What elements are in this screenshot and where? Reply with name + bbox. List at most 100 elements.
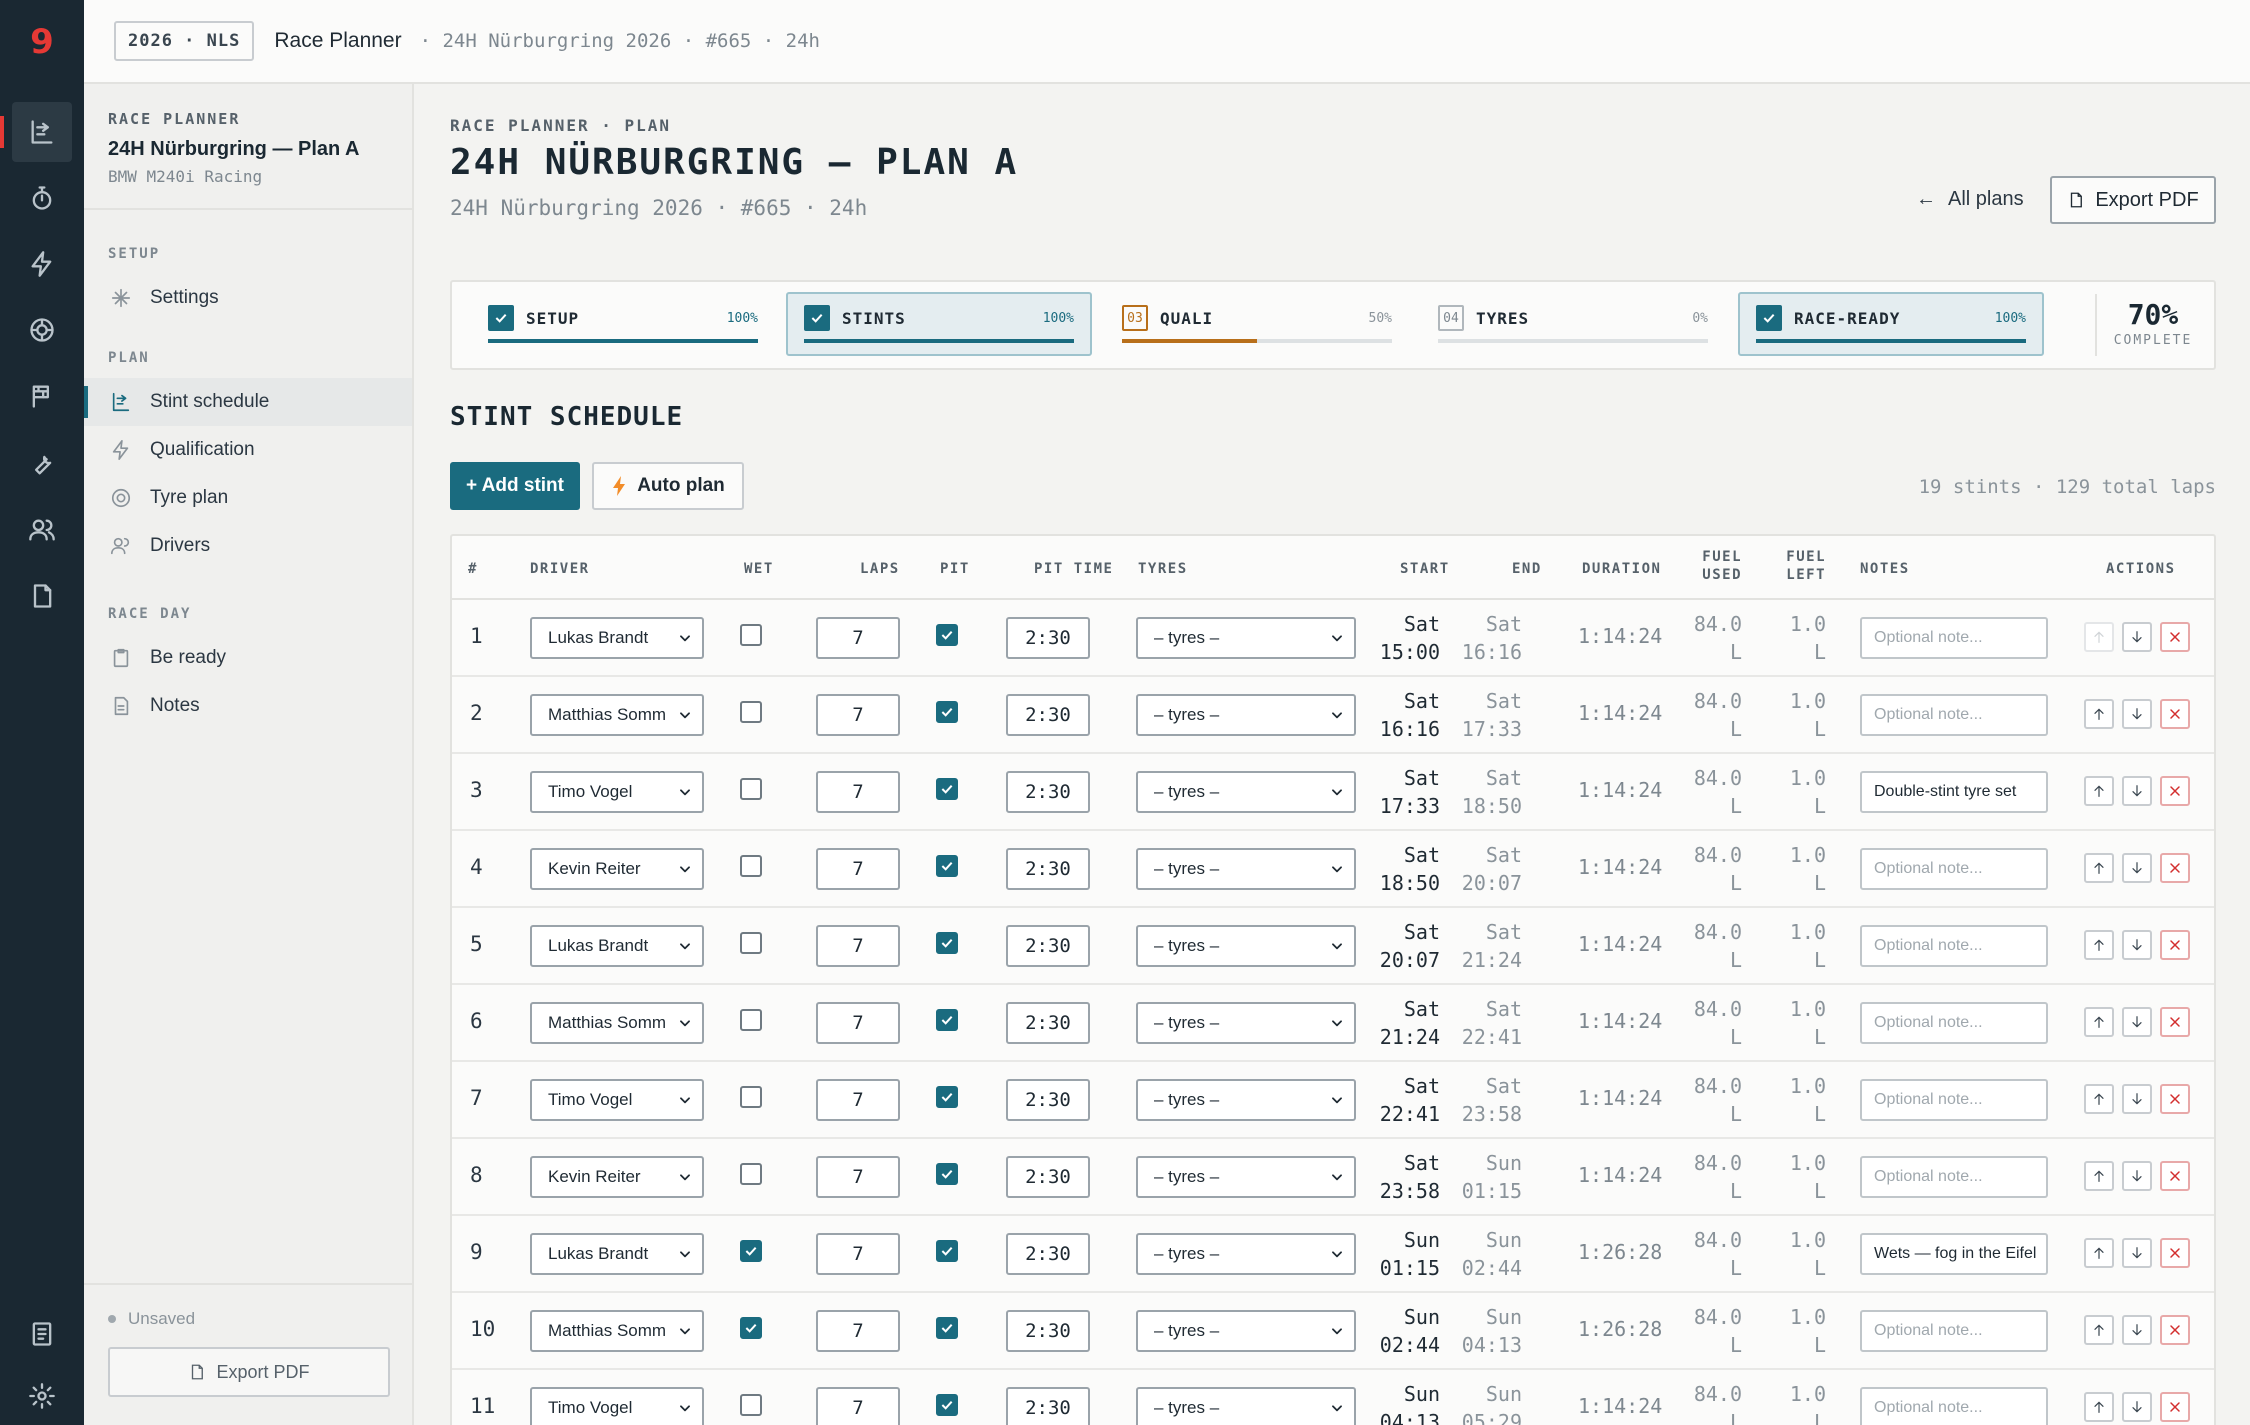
- add-stint-button[interactable]: + Add stint: [450, 462, 580, 510]
- tyres-select[interactable]: – tyres –: [1136, 1002, 1356, 1044]
- move-down-button[interactable]: [2122, 1315, 2152, 1345]
- wet-checkbox[interactable]: [740, 1163, 762, 1185]
- notes-input[interactable]: Optional note...: [1860, 1387, 2048, 1425]
- delete-stint-button[interactable]: [2160, 699, 2190, 729]
- laps-input[interactable]: 7: [816, 1387, 900, 1425]
- wet-checkbox[interactable]: [740, 1086, 762, 1108]
- export-pdf-button[interactable]: Export PDF: [2050, 176, 2216, 224]
- delete-stint-button[interactable]: [2160, 1238, 2190, 1268]
- flag-icon[interactable]: [12, 366, 72, 426]
- app-name[interactable]: Race Planner: [274, 29, 401, 53]
- tyres-select[interactable]: – tyres –: [1136, 1079, 1356, 1121]
- move-down-button[interactable]: [2122, 699, 2152, 729]
- wet-checkbox[interactable]: [740, 1009, 762, 1031]
- pit-checkbox[interactable]: [936, 1009, 958, 1031]
- laps-input[interactable]: 7: [816, 1079, 900, 1121]
- move-down-button[interactable]: [2122, 622, 2152, 652]
- move-up-button[interactable]: [2084, 930, 2114, 960]
- wet-checkbox[interactable]: [740, 1394, 762, 1416]
- auto-plan-button[interactable]: Auto plan: [592, 462, 744, 510]
- driver-select[interactable]: Lukas Brandt: [530, 1233, 704, 1275]
- wet-checkbox[interactable]: [740, 932, 762, 954]
- laps-input[interactable]: 7: [816, 848, 900, 890]
- move-down-button[interactable]: [2122, 776, 2152, 806]
- progress-step-race-ready[interactable]: RACE-READY 100%: [1738, 292, 2044, 356]
- tyres-select[interactable]: – tyres –: [1136, 848, 1356, 890]
- tyres-select[interactable]: – tyres –: [1136, 1156, 1356, 1198]
- pit-time-input[interactable]: 2:30: [1006, 848, 1090, 890]
- move-up-button[interactable]: [2084, 853, 2114, 883]
- driver-select[interactable]: Timo Vogel: [530, 771, 704, 813]
- laps-input[interactable]: 7: [816, 694, 900, 736]
- pit-time-input[interactable]: 2:30: [1006, 925, 1090, 967]
- delete-stint-button[interactable]: [2160, 1392, 2190, 1422]
- pit-checkbox[interactable]: [936, 1163, 958, 1185]
- laps-input[interactable]: 7: [816, 1156, 900, 1198]
- pit-checkbox[interactable]: [936, 855, 958, 877]
- progress-step-setup[interactable]: SETUP 100%: [470, 292, 776, 356]
- notes-input[interactable]: Optional note...: [1860, 694, 2048, 736]
- driver-select[interactable]: Kevin Reiter: [530, 1156, 704, 1198]
- move-up-button[interactable]: [2084, 1161, 2114, 1191]
- move-up-button[interactable]: [2084, 1007, 2114, 1037]
- sidebar-item-drivers[interactable]: Drivers: [84, 522, 412, 570]
- move-down-button[interactable]: [2122, 1161, 2152, 1191]
- pit-time-input[interactable]: 2:30: [1006, 771, 1090, 813]
- driver-select[interactable]: Lukas Brandt: [530, 925, 704, 967]
- wet-checkbox[interactable]: [740, 624, 762, 646]
- move-up-button[interactable]: [2084, 1392, 2114, 1422]
- notes-input[interactable]: Optional note...: [1860, 1310, 2048, 1352]
- document-icon[interactable]: [12, 566, 72, 626]
- pit-time-input[interactable]: 2:30: [1006, 617, 1090, 659]
- wet-checkbox[interactable]: [740, 1240, 762, 1262]
- pit-checkbox[interactable]: [936, 932, 958, 954]
- stopwatch-icon[interactable]: [12, 168, 72, 228]
- move-up-button[interactable]: [2084, 1084, 2114, 1114]
- pit-time-input[interactable]: 2:30: [1006, 1387, 1090, 1425]
- move-up-button[interactable]: [2084, 1315, 2114, 1345]
- move-up-button[interactable]: [2084, 1238, 2114, 1268]
- notes-input[interactable]: Optional note...: [1860, 617, 2048, 659]
- users-icon[interactable]: [12, 500, 72, 560]
- sidebar-item-qualification[interactable]: Qualification: [84, 426, 412, 474]
- tyres-select[interactable]: – tyres –: [1136, 617, 1356, 659]
- move-up-button[interactable]: [2084, 776, 2114, 806]
- laps-input[interactable]: 7: [816, 771, 900, 813]
- progress-step-stints[interactable]: STINTS 100%: [786, 292, 1092, 356]
- tyres-select[interactable]: – tyres –: [1136, 1310, 1356, 1352]
- move-up-button[interactable]: [2084, 622, 2114, 652]
- driver-select[interactable]: Matthias Somm: [530, 1002, 704, 1044]
- laps-input[interactable]: 7: [816, 1002, 900, 1044]
- laps-input[interactable]: 7: [816, 1310, 900, 1352]
- pit-time-input[interactable]: 2:30: [1006, 1002, 1090, 1044]
- notes-input[interactable]: Double-stint tyre set: [1860, 771, 2048, 813]
- move-down-button[interactable]: [2122, 930, 2152, 960]
- delete-stint-button[interactable]: [2160, 622, 2190, 652]
- delete-stint-button[interactable]: [2160, 1084, 2190, 1114]
- pit-checkbox[interactable]: [936, 624, 958, 646]
- pit-time-input[interactable]: 2:30: [1006, 1233, 1090, 1275]
- move-down-button[interactable]: [2122, 853, 2152, 883]
- driver-select[interactable]: Timo Vogel: [530, 1387, 704, 1425]
- lightning-icon[interactable]: [12, 234, 72, 294]
- pit-checkbox[interactable]: [936, 701, 958, 723]
- delete-stint-button[interactable]: [2160, 776, 2190, 806]
- delete-stint-button[interactable]: [2160, 930, 2190, 960]
- pit-checkbox[interactable]: [936, 1086, 958, 1108]
- sidebar-item-settings[interactable]: Settings: [84, 274, 412, 322]
- tyres-select[interactable]: – tyres –: [1136, 694, 1356, 736]
- gear-icon[interactable]: [12, 1366, 72, 1425]
- delete-stint-button[interactable]: [2160, 1161, 2190, 1191]
- notes-input[interactable]: Wets — fog in the Eifel: [1860, 1233, 2048, 1275]
- move-down-button[interactable]: [2122, 1007, 2152, 1037]
- laps-input[interactable]: 7: [816, 617, 900, 659]
- tyres-select[interactable]: – tyres –: [1136, 1233, 1356, 1275]
- sidebar-export-button[interactable]: Export PDF: [108, 1347, 390, 1397]
- move-down-button[interactable]: [2122, 1392, 2152, 1422]
- notes-icon[interactable]: [12, 1304, 72, 1364]
- sidebar-item-stint-schedule[interactable]: Stint schedule: [84, 378, 412, 426]
- delete-stint-button[interactable]: [2160, 853, 2190, 883]
- driver-select[interactable]: Timo Vogel: [530, 1079, 704, 1121]
- notes-input[interactable]: Optional note...: [1860, 1079, 2048, 1121]
- driver-select[interactable]: Matthias Somm: [530, 1310, 704, 1352]
